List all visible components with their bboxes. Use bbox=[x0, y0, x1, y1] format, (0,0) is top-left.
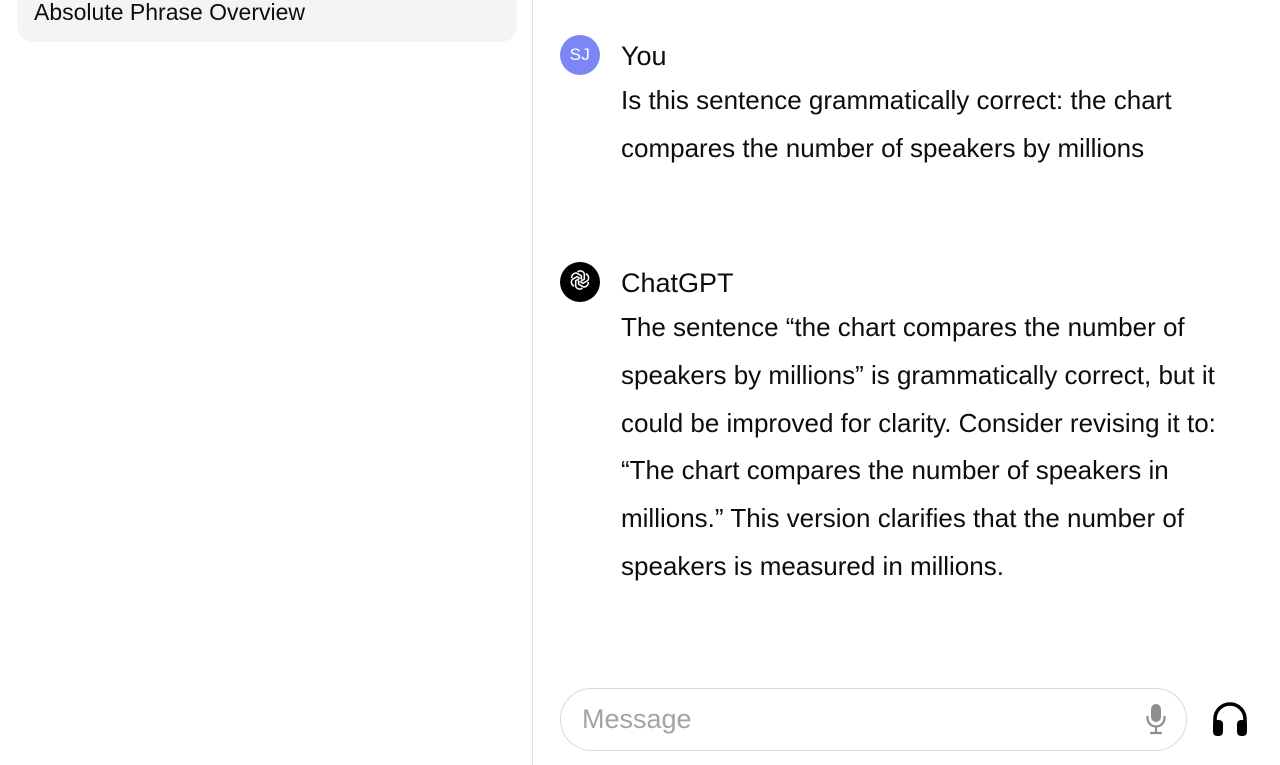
message-text: The sentence “the chart compares the num… bbox=[621, 312, 1216, 581]
chat-app: Absolute Phrase Overview SJ You Is this … bbox=[0, 0, 1280, 765]
microphone-button[interactable] bbox=[1141, 703, 1171, 740]
message-author: You bbox=[621, 41, 667, 71]
chat-main: SJ You Is this sentence grammatically co… bbox=[534, 0, 1280, 765]
message-input[interactable] bbox=[582, 689, 1112, 749]
user-avatar: SJ bbox=[560, 35, 600, 75]
conversation-item-active[interactable]: Absolute Phrase Overview bbox=[17, 0, 517, 42]
sidebar: Absolute Phrase Overview bbox=[0, 0, 533, 765]
voice-mode-button[interactable] bbox=[1208, 700, 1252, 742]
message-composer bbox=[560, 688, 1187, 751]
conversation-title: Absolute Phrase Overview bbox=[34, 0, 306, 25]
avatar-initials: SJ bbox=[569, 45, 591, 64]
message-text: Is this sentence grammatically correct: … bbox=[621, 85, 1172, 163]
microphone-icon bbox=[1145, 703, 1167, 740]
headphones-icon bbox=[1211, 701, 1249, 742]
openai-logo-icon bbox=[567, 267, 593, 298]
message-author: ChatGPT bbox=[621, 268, 734, 298]
assistant-avatar bbox=[560, 262, 600, 302]
